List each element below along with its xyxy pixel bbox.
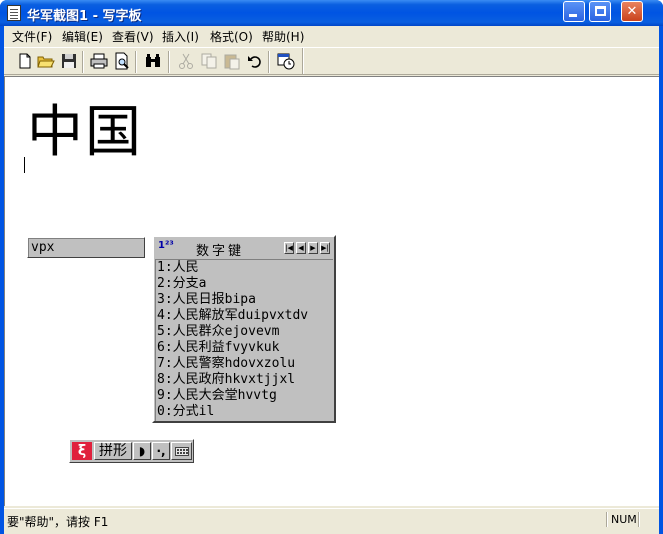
open-folder-icon[interactable] (37, 52, 55, 70)
soft-keyboard-button[interactable] (171, 442, 192, 460)
half-width-moon-icon[interactable]: ◗ (133, 442, 151, 460)
candidate-title: 数字键 (196, 244, 245, 259)
wordpad-app-icon[interactable] (7, 5, 21, 21)
window-title: 华军截图1 - 写字板 (27, 9, 142, 24)
status-num-indicator: NUM (611, 513, 637, 526)
maximize-button[interactable] (589, 1, 611, 22)
nav-last-button[interactable]: ▶| (320, 242, 330, 254)
ime-candidate-window: 1²³ 数字键 |◀ ◀ ▶ ▶| 1:人民 2:分支a 3:人民日报bipa … (152, 235, 336, 423)
toolbar-separator (82, 51, 84, 73)
toolbar-separator (135, 51, 137, 73)
find-binoculars-icon[interactable] (144, 52, 162, 70)
nav-first-button[interactable]: |◀ (284, 242, 294, 254)
numeric-keys-icon: 1²³ (158, 240, 174, 251)
print-preview-icon[interactable] (113, 52, 131, 70)
menu-view[interactable]: 查看(V) (112, 28, 154, 45)
paste-icon[interactable] (223, 52, 241, 70)
toolbar-separator (168, 51, 170, 73)
ime-composition-window: vpx (27, 237, 145, 258)
candidate-item[interactable]: 1:人民 (157, 260, 199, 276)
status-bar: 要"帮助"，请按 F1 NUM (4, 508, 659, 530)
standard-toolbar (4, 47, 659, 75)
menu-format[interactable]: 格式(O) (210, 28, 253, 45)
copy-icon[interactable] (200, 52, 218, 70)
candidate-item[interactable]: 5:人民群众ejovevm (157, 324, 279, 340)
menu-insert[interactable]: 插入(I) (162, 28, 199, 45)
keyboard-icon (175, 447, 189, 456)
candidate-list: 1:人民 2:分支a 3:人民日报bipa 4:人民解放军duipvxtdv 5… (155, 259, 333, 421)
ime-logo-icon[interactable]: ξ (72, 442, 92, 460)
text-caret (24, 157, 25, 173)
new-document-icon[interactable] (16, 52, 34, 70)
document-text[interactable]: 中国 (27, 87, 143, 168)
nav-next-button[interactable]: ▶ (308, 242, 318, 254)
toolbar-end-divider (302, 48, 304, 74)
close-button[interactable]: ✕ (621, 1, 643, 22)
status-help-text: 要"帮助"，请按 F1 (7, 515, 109, 529)
status-separator (606, 512, 608, 527)
candidate-item[interactable]: 3:人民日报bipa (157, 292, 256, 308)
cut-scissors-icon[interactable] (177, 52, 195, 70)
ime-status-toolbar: ξ 拼形 ◗ ·, (69, 439, 194, 463)
ime-composition-text: vpx (31, 240, 55, 255)
menu-edit[interactable]: 编辑(E) (62, 28, 103, 45)
candidate-item[interactable]: 7:人民警察hdovxzolu (157, 356, 295, 372)
nav-prev-button[interactable]: ◀ (296, 242, 306, 254)
status-separator (638, 512, 640, 527)
undo-icon[interactable] (246, 52, 264, 70)
insert-datetime-icon[interactable] (277, 52, 295, 70)
candidate-item[interactable]: 8:人民政府hkvxtjjxl (157, 372, 295, 388)
maximize-icon (595, 6, 606, 16)
minimize-button[interactable] (563, 1, 585, 22)
toolbar-separator (268, 51, 270, 73)
print-icon[interactable] (90, 52, 108, 70)
menu-help[interactable]: 帮助(H) (262, 28, 304, 45)
candidate-item[interactable]: 0:分式il (157, 404, 214, 420)
minimize-icon (569, 14, 577, 17)
candidate-header: 1²³ 数字键 |◀ ◀ ▶ ▶| (156, 239, 332, 259)
candidate-item[interactable]: 4:人民解放军duipvxtdv (157, 308, 308, 324)
ime-mode-button[interactable]: 拼形 (94, 442, 132, 460)
save-disk-icon[interactable] (60, 52, 78, 70)
candidate-item[interactable]: 2:分支a (157, 276, 206, 292)
menu-file[interactable]: 文件(F) (12, 28, 52, 45)
punctuation-toggle-icon[interactable]: ·, (152, 442, 170, 460)
title-bar[interactable]: 华军截图1 - 写字板 ✕ (0, 0, 663, 26)
close-icon: ✕ (626, 4, 638, 19)
candidate-item[interactable]: 9:人民大会堂hvvtg (157, 388, 277, 404)
candidate-item[interactable]: 6:人民利益fvyvkuk (157, 340, 279, 356)
menu-bar: 文件(F) 编辑(E) 查看(V) 插入(I) 格式(O) 帮助(H) (4, 26, 659, 45)
